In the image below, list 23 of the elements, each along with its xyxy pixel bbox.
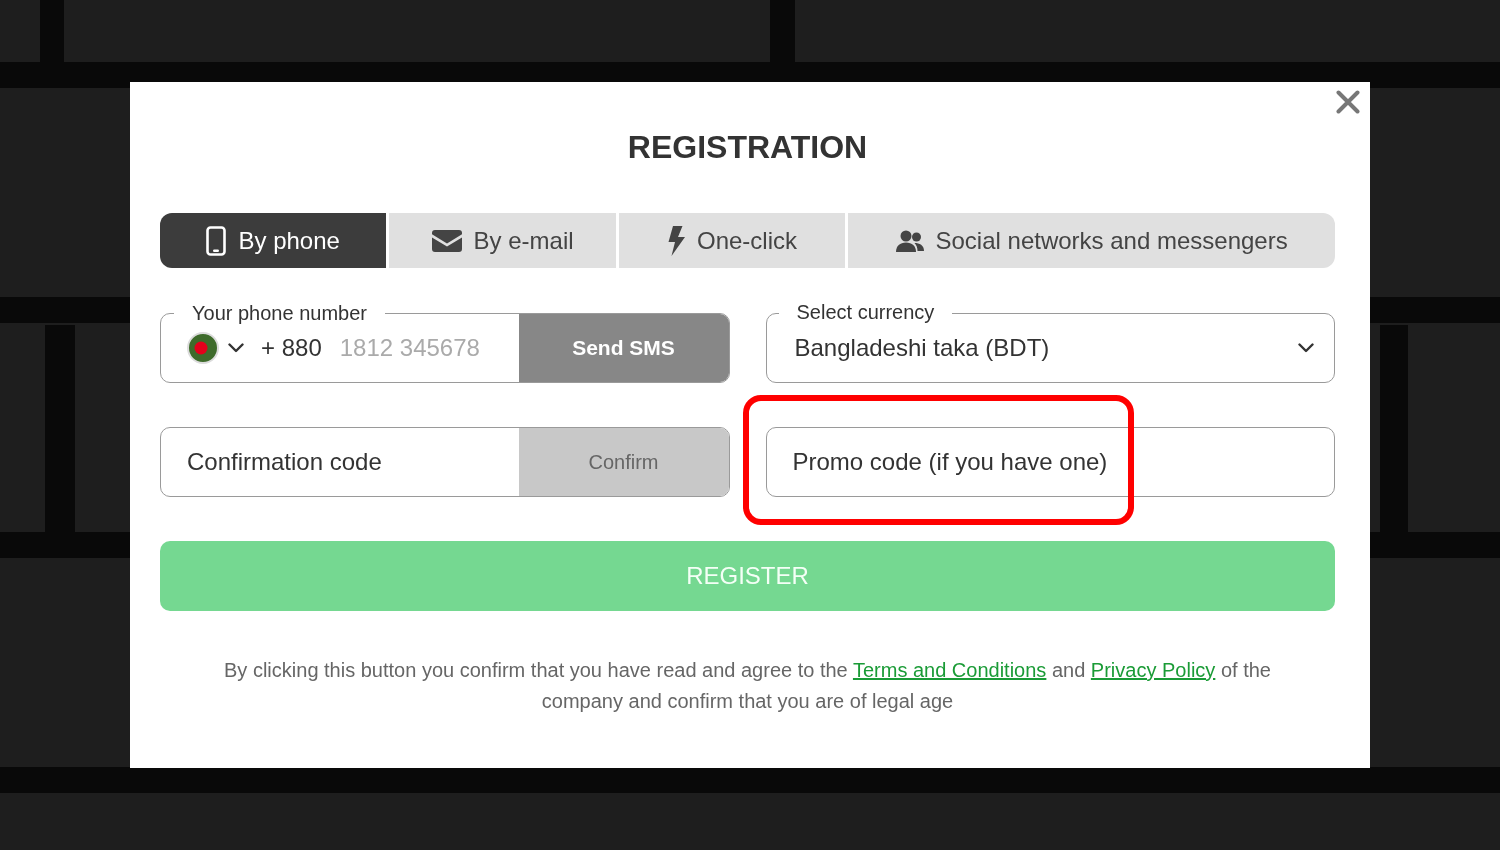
document-link[interactable]: Privacy Policy [1090, 659, 1216, 681]
close-button[interactable] [1334, 88, 1362, 116]
confirmation-code-input[interactable]: Confirmation code [187, 442, 519, 482]
tab[interactable]: By phone [160, 213, 387, 268]
tab[interactable]: By e-mail [389, 213, 616, 268]
mobile-phone-icon [206, 225, 227, 256]
chevron-down-icon [228, 343, 244, 353]
country-picker[interactable] [187, 332, 244, 364]
tab[interactable]: One-click [618, 213, 846, 268]
phone-number-input[interactable]: 1812 345678 [339, 328, 519, 368]
flag-icon [187, 332, 219, 364]
two-people-icon [895, 229, 924, 252]
document-link[interactable]: Terms and Conditions [852, 659, 1047, 681]
send-sms-button[interactable]: Send SMS [518, 314, 729, 382]
consent-text: By clicking this button you confirm that you have read and agree to the Terms and Conditions and Privacy Policy of the company and confirm that you are of legal age [223, 658, 1272, 714]
lightning-bolt-icon [667, 225, 685, 256]
country-code-text: + 880 [261, 334, 322, 362]
dialog-title: REGISTRATION [627, 128, 868, 167]
tab[interactable]: Social networks and messengers [848, 213, 1335, 268]
chevron-down-icon [1298, 343, 1314, 353]
envelope-icon [431, 229, 462, 252]
close-icon [1336, 90, 1360, 114]
promo-code-input[interactable]: Promo code (if you have one) [765, 427, 1335, 497]
